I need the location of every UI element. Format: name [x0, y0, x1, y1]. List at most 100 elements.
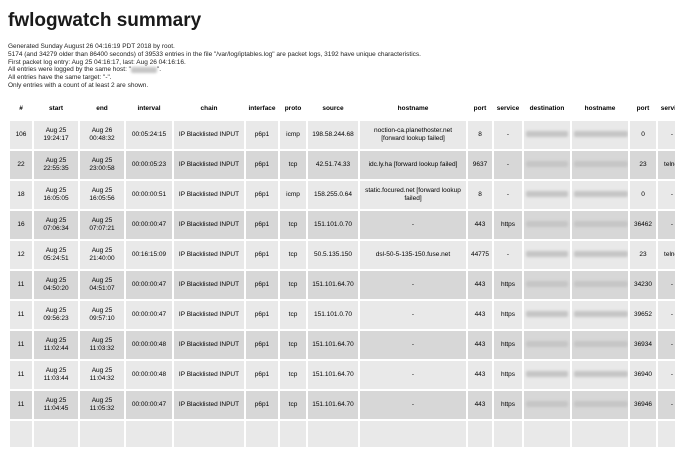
cell-end: Aug 2511:04:32: [80, 361, 124, 389]
redacted-host: [131, 67, 157, 73]
cell-empty: [34, 421, 78, 447]
redacted-dst_hostname: [574, 191, 628, 197]
cell-src_port: 8: [468, 181, 492, 209]
table-row: 16Aug 2507:06:34Aug 2507:07:2100:00:00:4…: [10, 211, 675, 239]
redacted-destination: [526, 371, 568, 377]
cell-start: Aug 2509:56:23: [34, 301, 78, 329]
cell-dst_port: 34230: [630, 271, 656, 299]
redacted-destination: [526, 161, 568, 167]
cell-interface: p6p1: [246, 361, 278, 389]
meta-line-text: All entries were logged by the same host…: [8, 66, 131, 73]
cell-interval: 00:00:00:47: [126, 391, 172, 419]
cell-dst_hostname: [572, 211, 628, 239]
meta-line-text: Generated Sunday August 26 04:16:19 PDT …: [8, 43, 175, 50]
cell-dst_service: -: [658, 391, 675, 419]
cell-date-line: Aug 25: [46, 247, 67, 254]
cell-date-line: Aug 26: [92, 127, 113, 134]
table-row: 22Aug 2522:55:35Aug 2523:00:5800:00:05:2…: [10, 151, 675, 179]
cell-interface: p6p1: [246, 241, 278, 269]
cell-dst_port: 23: [630, 151, 656, 179]
cell-proto: tcp: [280, 391, 306, 419]
cell-src_hostname: idc.ly.ha [forward lookup failed]: [360, 151, 466, 179]
cell-dst_service: -: [658, 361, 675, 389]
column-header-source-7: source: [308, 99, 358, 119]
cell-date-line: Aug 25: [92, 307, 113, 314]
cell-time-line: 07:06:34: [43, 225, 68, 232]
column-header-service-14: service: [658, 99, 675, 119]
column-header-hostname-12: hostname: [572, 99, 628, 119]
cell-dst_hostname: [572, 271, 628, 299]
cell-interval: 00:00:00:47: [126, 211, 172, 239]
cell-interval: 00:00:05:23: [126, 151, 172, 179]
cell-src_service: -: [494, 121, 522, 149]
cell-time-line: 11:04:45: [44, 405, 69, 412]
cell-chain: IP Blacklisted INPUT: [174, 361, 244, 389]
cell-dst_hostname: [572, 241, 628, 269]
cell-dst_port: 23: [630, 241, 656, 269]
meta-line: All entries have the same target: "-".: [8, 74, 667, 82]
cell-src_port: 443: [468, 301, 492, 329]
cell-time-line: 11:02:44: [44, 345, 69, 352]
cell-src_service: -: [494, 181, 522, 209]
table-header-row: #startendintervalchaininterfaceprotosour…: [10, 99, 675, 119]
cell-empty: [246, 421, 278, 447]
cell-chain: IP Blacklisted INPUT: [174, 271, 244, 299]
cell-count: 11: [10, 331, 32, 359]
cell-destination: [524, 241, 570, 269]
cell-src_hostname: -: [360, 211, 466, 239]
cell-dst_hostname: [572, 361, 628, 389]
cell-interface: p6p1: [246, 391, 278, 419]
cell-destination: [524, 271, 570, 299]
table-row: 11Aug 2509:56:23Aug 2509:57:1000:00:00:4…: [10, 301, 675, 329]
cell-proto: icmp: [280, 121, 306, 149]
cell-src_hostname: -: [360, 331, 466, 359]
cell-end: Aug 2511:03:32: [80, 331, 124, 359]
cell-end: Aug 2600:48:32: [80, 121, 124, 149]
redacted-destination: [526, 221, 568, 227]
cell-date-line: Aug 25: [92, 337, 113, 344]
cell-chain: IP Blacklisted INPUT: [174, 301, 244, 329]
cell-end: Aug 2523:00:58: [80, 151, 124, 179]
cell-time-line: 16:05:56: [89, 195, 114, 202]
cell-dst_port: 36462: [630, 211, 656, 239]
cell-dst_port: 39652: [630, 301, 656, 329]
cell-time-line: 11:05:32: [90, 405, 115, 412]
cell-dst_port: 36940: [630, 361, 656, 389]
cell-src_service: -: [494, 151, 522, 179]
cell-time-line: 21:40:00: [89, 255, 114, 262]
cell-src_service: https: [494, 331, 522, 359]
cell-src_hostname: -: [360, 271, 466, 299]
cell-dst_hostname: [572, 181, 628, 209]
cell-proto: tcp: [280, 271, 306, 299]
cell-date-line: Aug 25: [92, 187, 113, 194]
redacted-dst_hostname: [574, 221, 628, 227]
cell-date-line: Aug 25: [46, 157, 67, 164]
column-header-proto-6: proto: [280, 99, 306, 119]
cell-interface: p6p1: [246, 181, 278, 209]
cell-src_port: 443: [468, 211, 492, 239]
cell-empty: [468, 421, 492, 447]
column-header-port-9: port: [468, 99, 492, 119]
cell-interface: p6p1: [246, 121, 278, 149]
cell-destination: [524, 211, 570, 239]
cell-time-line: 22:55:35: [43, 165, 68, 172]
cell-dst_port: 36946: [630, 391, 656, 419]
cell-src_service: https: [494, 271, 522, 299]
cell-empty: [280, 421, 306, 447]
cell-date-line: Aug 25: [92, 247, 113, 254]
cell-interval: 00:00:00:48: [126, 361, 172, 389]
column-header-num-0: #: [10, 99, 32, 119]
cell-date-line: Aug 25: [46, 397, 67, 404]
cell-destination: [524, 391, 570, 419]
cell-chain: IP Blacklisted INPUT: [174, 181, 244, 209]
cell-proto: tcp: [280, 361, 306, 389]
column-header-chain-4: chain: [174, 99, 244, 119]
redacted-dst_hostname: [574, 251, 628, 257]
cell-time-line: 11:04:32: [90, 375, 115, 382]
cell-source: 151.101.0.70: [308, 211, 358, 239]
cell-chain: IP Blacklisted INPUT: [174, 211, 244, 239]
cell-empty: [80, 421, 124, 447]
cell-dst_service: -: [658, 331, 675, 359]
cell-proto: tcp: [280, 151, 306, 179]
cell-count: 11: [10, 301, 32, 329]
